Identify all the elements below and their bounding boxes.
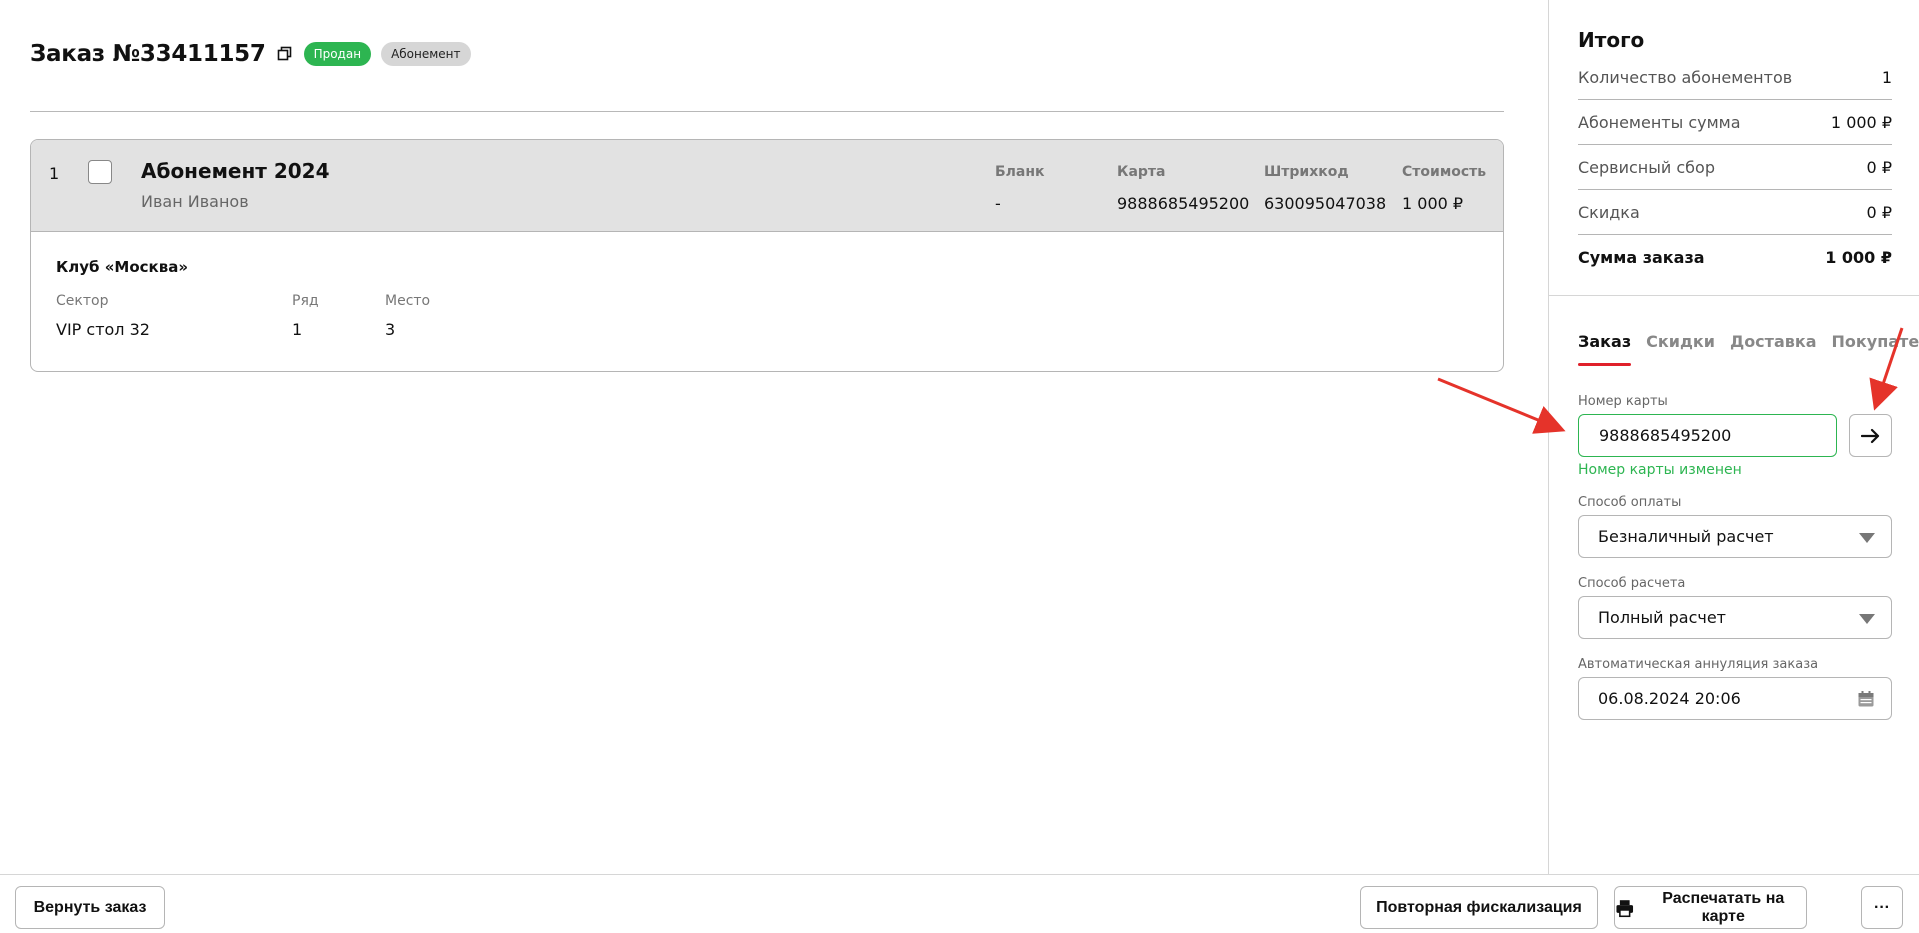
header-divider [30, 111, 1504, 112]
blank-label: Бланк [995, 164, 1045, 180]
place-column: Место 3 [385, 293, 430, 339]
order-title: Заказ №33411157 [30, 41, 266, 67]
order-item-card: 1 Абонемент 2024 Иван Иванов Бланк - Кар… [30, 139, 1504, 372]
price-label: Стоимость [1402, 164, 1487, 180]
item-holder-name: Иван Иванов [141, 192, 249, 211]
totals-table: Количество абонементов 1 Абонементы сумм… [1578, 55, 1892, 280]
sector-label: Сектор [56, 293, 109, 309]
payment-method-select[interactable]: Безналичный расчет [1578, 515, 1892, 558]
row-label: Ряд [292, 293, 319, 309]
place-value: 3 [385, 320, 396, 339]
auto-cancel-value: 06.08.2024 20:06 [1598, 689, 1741, 708]
card-number-label: Номер карты [1578, 394, 1668, 409]
tab-buyer[interactable]: Покупатель [1832, 332, 1919, 366]
chevron-down-icon [1859, 614, 1875, 624]
barcode-label: Штрихкод [1264, 164, 1349, 180]
auto-cancel-label: Автоматическая аннуляция заказа [1578, 657, 1819, 672]
refiscalization-button[interactable]: Повторная фискализация [1360, 886, 1598, 929]
card-column: Карта 9888685495200 [1117, 164, 1249, 213]
arrow-right-icon [1860, 428, 1879, 443]
sidebar-divider [1549, 295, 1919, 296]
card-number-hint: Номер карты изменен [1578, 462, 1742, 478]
card-number-value: 9888685495200 [1599, 426, 1732, 445]
return-order-button[interactable]: Вернуть заказ [15, 886, 165, 929]
totals-row-value: 0 ₽ [1866, 202, 1892, 222]
club-name: Клуб «Москва» [56, 258, 189, 276]
tab-discounts[interactable]: Скидки [1646, 332, 1715, 366]
totals-row-value: 1 000 ₽ [1830, 112, 1892, 132]
item-name: Абонемент 2024 [141, 159, 330, 183]
card-value: 9888685495200 [1117, 194, 1250, 213]
totals-sum-row: Сумма заказа 1 000 ₽ [1578, 235, 1892, 280]
totals-title: Итого [1578, 28, 1645, 52]
payment-method-label: Способ оплаты [1578, 495, 1682, 510]
settlement-method-value: Полный расчет [1598, 608, 1726, 627]
totals-row-value: 1 [1881, 67, 1892, 87]
print-on-card-label: Распечатать на карте [1662, 889, 1785, 925]
row-column: Ряд 1 [292, 293, 319, 339]
apply-card-button[interactable] [1849, 414, 1892, 457]
totals-row-label: Абонементы сумма [1578, 112, 1741, 132]
item-checkbox[interactable] [88, 160, 112, 184]
type-badge: Абонемент [381, 42, 471, 66]
order-header: Заказ №33411157 Продан Абонемент [30, 38, 471, 70]
tab-delivery[interactable]: Доставка [1730, 332, 1817, 366]
totals-row: Абонементы сумма 1 000 ₽ [1578, 100, 1892, 145]
more-actions-button[interactable]: ··· [1861, 886, 1903, 929]
order-item-header: 1 Абонемент 2024 Иван Иванов Бланк - Кар… [31, 140, 1503, 232]
sector-value: VIP стол 32 [56, 320, 150, 339]
status-badge: Продан [303, 42, 372, 66]
sector-column: Сектор VIP стол 32 [56, 293, 150, 339]
settlement-method-label: Способ расчета [1578, 576, 1686, 591]
payment-method-value: Безналичный расчет [1598, 527, 1774, 546]
totals-row: Сервисный сбор 0 ₽ [1578, 145, 1892, 190]
place-label: Место [385, 293, 431, 309]
item-index: 1 [49, 164, 60, 183]
order-main: Заказ №33411157 Продан Абонемент 1 Абоне… [0, 0, 1548, 874]
totals-row: Количество абонементов 1 [1578, 55, 1892, 100]
totals-row-label: Сервисный сбор [1578, 157, 1715, 177]
barcode-value: 630095047038 [1264, 194, 1387, 213]
totals-sum-value: 1 000 ₽ [1825, 248, 1892, 267]
tab-order[interactable]: Заказ [1578, 332, 1632, 366]
settlement-method-select[interactable]: Полный расчет [1578, 596, 1892, 639]
totals-row-label: Количество абонементов [1578, 67, 1793, 87]
row-value: 1 [292, 320, 303, 339]
sidebar-tabs: Заказ Скидки Доставка Покупатель [1578, 332, 1919, 366]
calendar-icon[interactable] [1857, 690, 1875, 708]
barcode-column: Штрихкод 630095047038 [1264, 164, 1386, 213]
chevron-down-icon [1859, 533, 1875, 543]
price-value: 1 000 ₽ [1402, 194, 1464, 213]
print-on-card-button[interactable]: Распечатать на карте [1614, 886, 1807, 929]
price-column: Стоимость 1 000 ₽ [1402, 164, 1486, 213]
blank-column: Бланк - [995, 164, 1045, 213]
copy-icon[interactable] [276, 45, 294, 63]
totals-row-label: Скидка [1578, 202, 1640, 222]
auto-cancel-input[interactable]: 06.08.2024 20:06 [1578, 677, 1892, 720]
totals-sum-label: Сумма заказа [1578, 248, 1705, 267]
totals-row-value: 0 ₽ [1866, 157, 1892, 177]
printer-icon [1616, 899, 1634, 917]
card-label: Карта [1117, 164, 1166, 180]
card-number-input[interactable]: 9888685495200 [1578, 414, 1837, 457]
bottom-action-bar: Вернуть заказ Повторная фискализация Рас… [0, 874, 1919, 933]
blank-value: - [995, 194, 1001, 213]
order-sidebar: Итого Количество абонементов 1 Абонемент… [1548, 0, 1919, 874]
totals-row: Скидка 0 ₽ [1578, 190, 1892, 235]
